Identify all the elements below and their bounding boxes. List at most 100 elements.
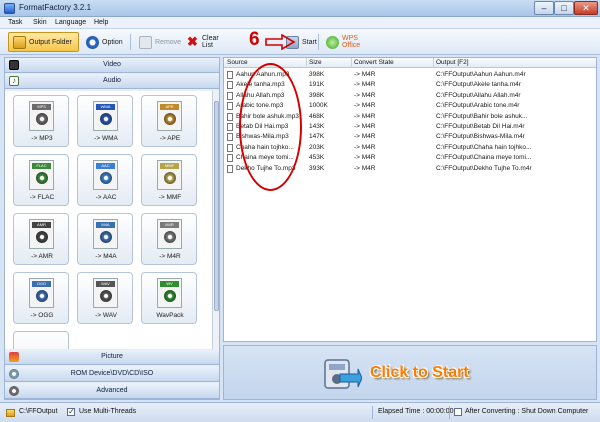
format-tag: AMR: [32, 222, 51, 228]
format-tag: FLAC: [32, 163, 51, 169]
cell-size: 453K: [309, 154, 325, 162]
column-output[interactable]: Output [F2]: [436, 59, 469, 66]
column-divider: [433, 58, 434, 68]
category-rom-device[interactable]: ROM Device\DVD\CD\ISO: [5, 367, 219, 382]
format-tile-amr[interactable]: AMR -> AMR: [13, 213, 69, 265]
format-disc-icon: [100, 172, 112, 184]
format-tag: WAV: [96, 281, 115, 287]
cell-output: C:\FFOutput\Bahir bole ashuk...: [436, 112, 528, 120]
annotation-arrow-icon: [265, 34, 296, 50]
format-tile-aac[interactable]: AAC -> AAC: [77, 154, 133, 206]
column-convert-state[interactable]: Convert State: [354, 59, 394, 66]
format-disc-icon: [36, 231, 48, 243]
format-disc-icon: [164, 113, 176, 125]
amr-file-icon: AMR: [29, 219, 54, 249]
category-video-label: Video: [103, 61, 121, 68]
format-tile-ogg[interactable]: OGG -> OGG: [13, 272, 69, 324]
cell-output: C:\FFOutput\Aahun Aahun.m4r: [436, 71, 526, 78]
menu-help[interactable]: Help: [94, 19, 108, 26]
click-to-start-button[interactable]: Click to Start: [322, 354, 497, 394]
menu-skin[interactable]: Skin: [33, 19, 47, 26]
cell-size: 398K: [309, 91, 325, 99]
format-disc-icon: [164, 231, 176, 243]
m4r-file-icon: M4R: [157, 219, 182, 249]
music-note-icon: ♪: [9, 76, 19, 86]
after-converting-label: After Converting : Shut Down Computer: [465, 408, 589, 415]
cell-size: 147K: [309, 133, 325, 141]
disc-icon: [9, 369, 19, 379]
category-picture[interactable]: Picture: [5, 350, 219, 365]
column-size[interactable]: Size: [309, 59, 322, 66]
wps-office-button[interactable]: WPS Office: [322, 32, 382, 52]
category-video[interactable]: Video: [5, 58, 219, 73]
format-tile-label: -> AAC: [95, 194, 117, 201]
format-grid-scrollbar[interactable]: [212, 91, 219, 349]
clear-list-button[interactable]: ✖ Clear List: [182, 32, 232, 52]
cell-output: C:\FFOutput\Betab Dil Hai.m4r: [436, 123, 525, 130]
format-tile-flac[interactable]: FLAC -> FLAC: [13, 154, 69, 206]
format-tag: WMA: [96, 104, 115, 110]
cell-convert-state: -> M4R: [354, 154, 376, 162]
format-tile-ape[interactable]: APE -> APE: [141, 95, 197, 147]
category-audio[interactable]: ♪ Audio: [5, 74, 219, 89]
output-folder-status-icon: [6, 409, 15, 417]
format-tile-label: -> FLAC: [29, 194, 55, 201]
format-tile-mmf[interactable]: MMF -> MMF: [141, 154, 197, 206]
mmf-file-icon: MMF: [157, 160, 182, 190]
format-disc-icon: [100, 231, 112, 243]
cell-output: C:\FFOutput\Allahu Allah.m4r: [436, 91, 521, 99]
after-converting-checkbox[interactable]: [454, 408, 462, 416]
format-disc-icon: [164, 290, 176, 302]
picture-icon: [9, 352, 19, 362]
status-separator: [372, 406, 373, 419]
m4a-file-icon: M4A: [93, 219, 118, 249]
minimize-button[interactable]: –: [534, 1, 554, 15]
format-tag: MP3: [32, 104, 51, 110]
format-tag: APE: [160, 104, 179, 110]
format-tile-wma[interactable]: WMA -> WMA: [77, 95, 133, 147]
output-path[interactable]: C:\FFOutput: [19, 408, 58, 415]
format-tile-label: -> OGG: [30, 312, 54, 319]
menu-task[interactable]: Task: [8, 19, 22, 26]
file-icon: [227, 112, 233, 121]
format-tile-mp3[interactable]: MP3 -> MP3: [13, 95, 69, 147]
toolbar-separator: [318, 34, 319, 50]
maximize-button[interactable]: □: [554, 1, 574, 15]
format-tile-wav[interactable]: WAV -> WAV: [77, 272, 133, 324]
start-area: Click to Start: [223, 345, 597, 400]
cell-size: 203K: [309, 143, 325, 151]
remove-button[interactable]: Remove: [135, 32, 181, 52]
close-button[interactable]: ✕: [574, 1, 598, 15]
option-button[interactable]: Option: [82, 32, 126, 52]
category-panel: Video ♪ Audio MP3 -> MP3 WMA -> WMA APE -> AP…: [4, 57, 220, 400]
multi-threads-checkbox[interactable]: [67, 407, 75, 416]
category-rom-label: ROM Device\DVD\CD\ISO: [70, 370, 154, 377]
format-tile-label: -> M4A: [95, 253, 117, 260]
folder-icon: [13, 35, 26, 49]
status-bar: C:\FFOutput Use Multi-Threads Elapsed Ti…: [0, 402, 600, 422]
format-tile-partial[interactable]: [13, 331, 69, 349]
start-convert-icon: [324, 359, 362, 389]
cell-convert-state: -> M4R: [354, 123, 376, 130]
format-tile-wv[interactable]: WV WavPack: [141, 272, 197, 324]
format-tile-m4r[interactable]: M4R -> M4R: [141, 213, 197, 265]
output-folder-button[interactable]: Output Folder: [8, 32, 79, 52]
cell-size: 143K: [309, 123, 325, 130]
menu-bar: Task Skin Language Help: [0, 17, 600, 29]
wps-office-label: WPS Office: [342, 35, 361, 49]
format-tag: WV: [160, 281, 179, 287]
click-to-start-label: Click to Start: [370, 364, 469, 381]
menu-language[interactable]: Language: [55, 19, 86, 26]
window-title: FormatFactory 3.2.1: [19, 3, 92, 12]
format-tile-m4a[interactable]: M4A -> M4A: [77, 213, 133, 265]
format-disc-icon: [36, 172, 48, 184]
film-icon: [9, 60, 19, 70]
category-advanced[interactable]: Advanced: [5, 384, 219, 399]
cell-output: C:\FFOutput\Arabic tone.m4r: [436, 102, 520, 110]
column-source[interactable]: Source: [227, 59, 248, 66]
wv-file-icon: WV: [157, 278, 182, 308]
scrollbar-thumb[interactable]: [214, 101, 219, 311]
format-tile-label: -> APE: [159, 135, 181, 142]
elapsed-time: Elapsed Time : 00:00:00: [378, 408, 454, 415]
file-icon: [227, 154, 233, 163]
